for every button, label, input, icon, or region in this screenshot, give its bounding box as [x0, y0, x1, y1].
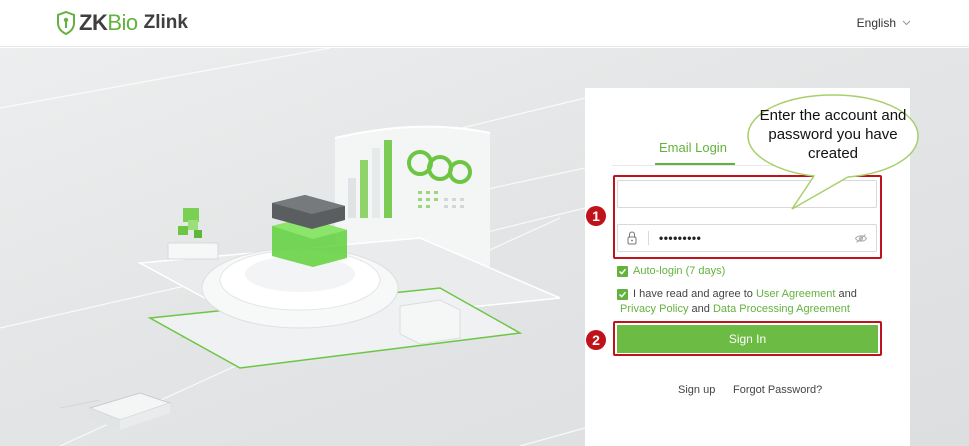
shield-logo-icon — [57, 11, 75, 35]
privacy-policy-link[interactable]: Privacy Policy — [620, 303, 688, 315]
auto-login-label[interactable]: Auto-login (7 days) — [633, 265, 725, 277]
chevron-down-icon — [902, 20, 911, 26]
agreement-text: I have read and agree to — [633, 288, 753, 300]
agreement-and: and — [838, 288, 857, 300]
logo-bio: Bio — [107, 10, 138, 35]
forgot-password-link[interactable]: Forgot Password? — [733, 384, 822, 396]
logo-zk: ZK — [79, 10, 108, 35]
logo-zlink: Zlink — [143, 12, 188, 33]
language-selector[interactable]: English — [857, 16, 911, 30]
highlight-sign-in — [613, 321, 882, 356]
check-icon — [618, 291, 627, 298]
step-badge-1: 1 — [586, 206, 606, 226]
bubble-text: Enter the account and password you have … — [759, 107, 907, 162]
top-bar: ZK Bio Zlink English — [0, 0, 969, 47]
agreement-text-line-1: I have read and agree to User Agreement … — [633, 288, 857, 300]
logo: ZK Bio Zlink — [56, 10, 188, 36]
step-badge-2: 2 — [586, 330, 606, 350]
agreement-checkbox[interactable] — [617, 289, 628, 300]
sign-up-link[interactable]: Sign up — [678, 384, 715, 396]
agreement-and: and — [691, 303, 710, 315]
auto-login-checkbox[interactable] — [617, 266, 628, 277]
language-label: English — [856, 16, 896, 30]
tab-active-indicator — [655, 163, 735, 165]
user-agreement-link[interactable]: User Agreement — [756, 288, 835, 300]
check-icon — [618, 268, 627, 275]
data-processing-link[interactable]: Data Processing Agreement — [713, 303, 850, 315]
tab-email-login[interactable]: Email Login — [659, 140, 727, 155]
agreement-text-line-2: Privacy Policy and Data Processing Agree… — [620, 303, 850, 315]
